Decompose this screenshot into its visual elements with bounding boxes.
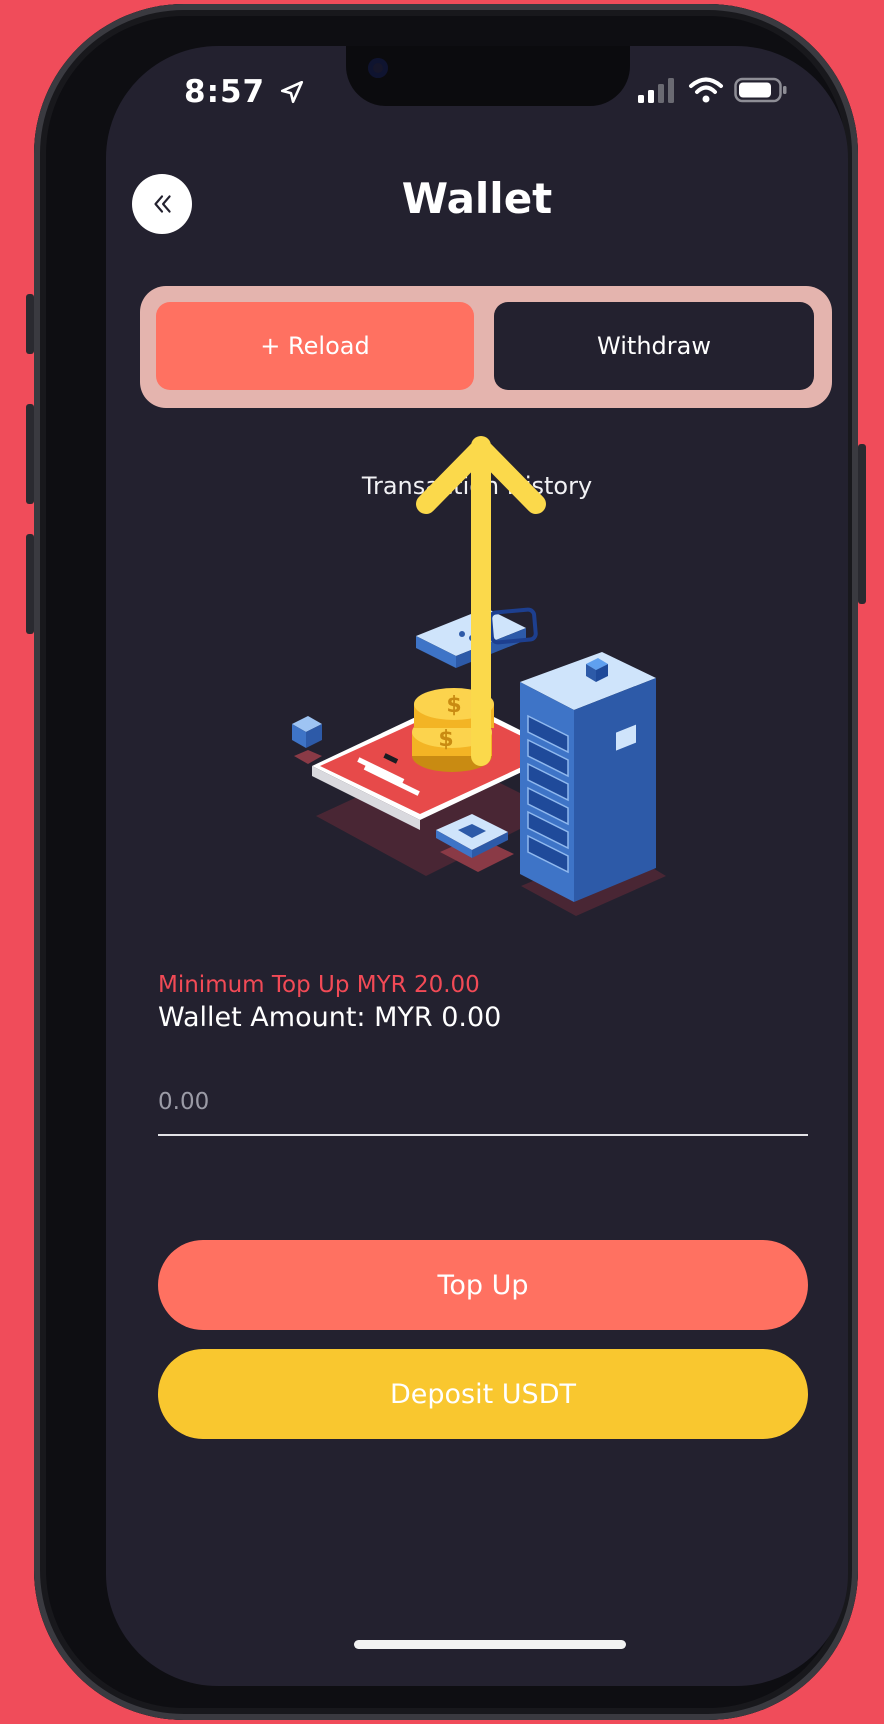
arrow-up-annotation-icon bbox=[416, 436, 546, 766]
location-arrow-icon bbox=[280, 80, 303, 104]
amount-input[interactable] bbox=[158, 1076, 808, 1136]
volume-down-button bbox=[26, 534, 34, 634]
top-up-button[interactable]: Top Up bbox=[158, 1240, 808, 1330]
battery-icon bbox=[734, 77, 787, 103]
status-bar-time: 8:57 bbox=[184, 74, 305, 110]
front-camera bbox=[368, 58, 388, 78]
page-title: Wallet bbox=[401, 174, 553, 223]
power-button bbox=[858, 444, 866, 604]
wallet-tabs: + Reload Withdraw bbox=[140, 286, 832, 408]
tab-withdraw[interactable]: Withdraw bbox=[494, 302, 814, 390]
deposit-usdt-button[interactable]: Deposit USDT bbox=[158, 1349, 808, 1439]
phone-frame: 8:57 Wallet + Reload Withdraw Transactio… bbox=[26, 4, 866, 1720]
minimum-topup-text: Minimum Top Up MYR 20.00 bbox=[158, 972, 480, 998]
status-time-text: 8:57 bbox=[184, 74, 266, 110]
notch bbox=[346, 46, 630, 106]
home-indicator[interactable] bbox=[354, 1640, 626, 1649]
wifi-icon bbox=[689, 77, 723, 103]
app-screen: 8:57 Wallet + Reload Withdraw Transactio… bbox=[106, 46, 848, 1686]
tab-reload[interactable]: + Reload bbox=[156, 302, 474, 390]
status-icons bbox=[638, 76, 788, 104]
wallet-amount-text: Wallet Amount: MYR 0.00 bbox=[158, 1002, 502, 1033]
silent-switch bbox=[26, 294, 34, 354]
volume-up-button bbox=[26, 404, 34, 504]
signal-icon bbox=[638, 78, 674, 103]
